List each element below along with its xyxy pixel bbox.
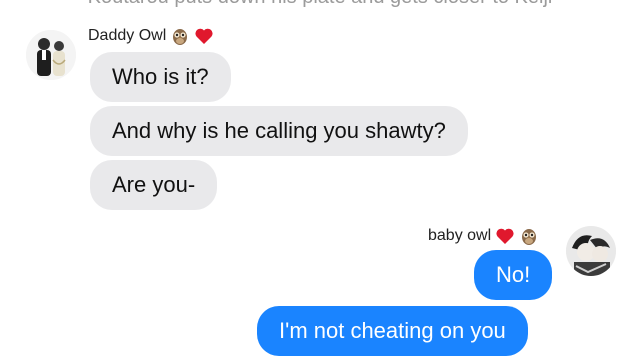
red-heart-emoji-icon — [194, 26, 214, 46]
contact-avatar-baby-owl[interactable] — [566, 226, 616, 276]
sender-name: Daddy Owl — [88, 27, 167, 44]
red-heart-emoji-icon — [495, 226, 515, 246]
owl-emoji-icon — [170, 26, 190, 46]
sender-label-baby-owl: baby owl — [428, 226, 539, 246]
sender-name: baby owl — [428, 227, 492, 244]
narration-text: Koutarou puts down his plate and gets cl… — [0, 0, 640, 9]
avatar-illustration-icon — [26, 30, 76, 80]
incoming-message-bubble[interactable]: Who is it? — [90, 52, 231, 102]
avatar-illustration-icon — [566, 226, 616, 276]
owl-emoji-icon — [519, 226, 539, 246]
outgoing-message-bubble[interactable]: No! — [474, 250, 553, 300]
incoming-message-bubble[interactable]: Are you- — [90, 160, 218, 210]
contact-avatar-daddy-owl[interactable] — [26, 30, 76, 80]
incoming-message-bubble[interactable]: And why is he calling you shawty? — [90, 106, 468, 156]
sender-label-daddy-owl: Daddy Owl — [88, 26, 214, 46]
outgoing-message-bubble[interactable]: I'm not cheating on you — [257, 306, 528, 356]
